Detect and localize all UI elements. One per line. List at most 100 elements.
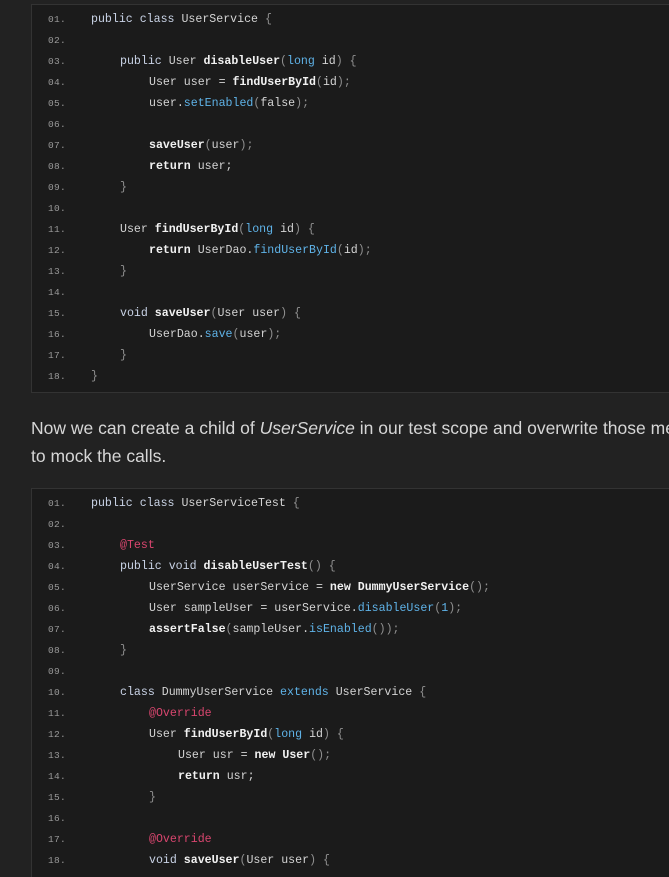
code-token: @Test <box>120 539 155 552</box>
code-token: { <box>264 13 272 26</box>
code-token: DummyUserService <box>161 686 281 699</box>
code-token: ( <box>225 623 233 636</box>
line-number: 05. <box>48 582 67 593</box>
line-number: 06. <box>48 119 67 130</box>
code-token: } <box>120 349 127 362</box>
code-token: findUserById <box>253 244 337 257</box>
code-line: 15.} <box>32 787 669 808</box>
code-token: ( <box>204 139 212 152</box>
line-number: 15. <box>48 792 67 803</box>
code-line: 12. return UserDao.findUserById(id); <box>32 240 669 261</box>
code-token: findUserById <box>232 76 317 89</box>
line-code: User usr = new User(); <box>91 745 331 766</box>
code-token: disableUser <box>357 602 435 615</box>
line-code: } <box>91 366 98 387</box>
code-token: usr; <box>226 770 255 783</box>
code-token: } <box>149 791 156 804</box>
line-number: 10. <box>48 687 67 698</box>
line-number: 09. <box>48 666 67 677</box>
code-token: ( <box>336 244 344 257</box>
code-token: UserService <box>335 686 420 699</box>
code-token: ) { <box>293 223 315 236</box>
code-token: id <box>309 728 323 741</box>
code-token: ); <box>295 97 310 110</box>
line-code: User findUserById(long id) { <box>91 724 344 745</box>
line-number: 11. <box>48 708 67 719</box>
line-code: void saveUser(User user) { <box>91 303 301 324</box>
code-block-user-service-test: 01. public class UserServiceTest {02. 03. @… <box>31 488 669 877</box>
code-line: 09.} <box>32 177 669 198</box>
code-token: isEnabled <box>309 623 372 636</box>
line-code: @Test <box>91 535 155 556</box>
line-code: UserService userService = new DummyUserS… <box>91 577 490 598</box>
code-token: sampleUser. <box>232 623 310 636</box>
code-token: UserDao. <box>197 244 254 257</box>
code-token: ) { <box>280 307 301 320</box>
code-token: setEnabled <box>183 97 254 110</box>
line-code: return UserDao.findUserById(id); <box>91 240 372 261</box>
code-line: 06. User sampleUser = userService.disable… <box>32 598 669 619</box>
line-number: 18. <box>48 371 67 382</box>
line-number: 04. <box>48 77 67 88</box>
line-code: public class UserServiceTest { <box>91 493 300 514</box>
code-block-user-service: 01. public class UserService {02. 03. publi… <box>31 4 669 393</box>
code-line: 16. <box>32 808 669 829</box>
line-code: user.setEnabled(false); <box>91 93 309 114</box>
code-token: } <box>91 370 98 383</box>
code-token: user. <box>149 97 184 110</box>
line-code: @Override <box>91 829 212 850</box>
line-code: User findUserById(long id) { <box>91 219 315 240</box>
line-number: 11. <box>48 224 67 235</box>
code-token: UserDao. <box>149 328 205 341</box>
code-token: findUserById <box>154 223 239 236</box>
code-token: user; <box>197 160 233 173</box>
line-number: 15. <box>48 308 67 319</box>
code-token: User <box>168 55 204 68</box>
line-number: 13. <box>48 750 67 761</box>
code-token: new <box>254 749 283 762</box>
code-token: user <box>239 328 268 341</box>
line-code: } <box>91 345 127 366</box>
line-code: return usr; <box>91 766 255 787</box>
code-token: User <box>282 749 311 762</box>
line-code: public void disableUserTest() { <box>91 556 336 577</box>
code-line: 06. <box>32 114 669 135</box>
code-token: public <box>91 13 140 26</box>
code-token: ); <box>357 244 372 257</box>
code-token: User user <box>217 307 281 320</box>
code-token: ); <box>336 76 351 89</box>
code-token: ); <box>267 328 282 341</box>
code-token: } <box>120 265 127 278</box>
code-token: public <box>120 55 169 68</box>
line-number: 17. <box>48 350 67 361</box>
code-token: id <box>280 223 294 236</box>
line-code: assertFalse(sampleUser.isEnabled()); <box>91 619 400 640</box>
code-line: 13.} <box>32 261 669 282</box>
code-token: extends <box>280 686 336 699</box>
code-line: 07. saveUser(user); <box>32 135 669 156</box>
code-token: id <box>321 55 336 68</box>
article-paragraph: Now we can create a child of UserService… <box>31 414 669 470</box>
line-number: 16. <box>48 813 67 824</box>
code-token: { <box>292 497 300 510</box>
line-number: 05. <box>48 98 67 109</box>
code-token: id <box>343 244 358 257</box>
code-token: id <box>322 76 337 89</box>
code-token: void <box>120 307 155 320</box>
paragraph-text-before: Now we can create a child of <box>31 418 260 438</box>
code-line: 04. User user = findUserById(id); <box>32 72 669 93</box>
code-line: 03. @Test <box>32 535 669 556</box>
line-number: 01. <box>48 14 67 25</box>
line-number: 07. <box>48 140 67 151</box>
code-token: UserService userService = <box>149 581 330 594</box>
code-token: ); <box>448 602 463 615</box>
code-token: UserServiceTest <box>181 497 293 510</box>
line-code: } <box>91 261 127 282</box>
line-number: 08. <box>48 161 67 172</box>
code-line: 03. public User disableUser(long id) { <box>32 51 669 72</box>
line-number: 12. <box>48 245 67 256</box>
code-line: 11. User findUserById(long id) { <box>32 219 669 240</box>
code-line: 12. User findUserById(long id) { <box>32 724 669 745</box>
code-token: (); <box>469 581 490 594</box>
code-token: return <box>149 160 198 173</box>
